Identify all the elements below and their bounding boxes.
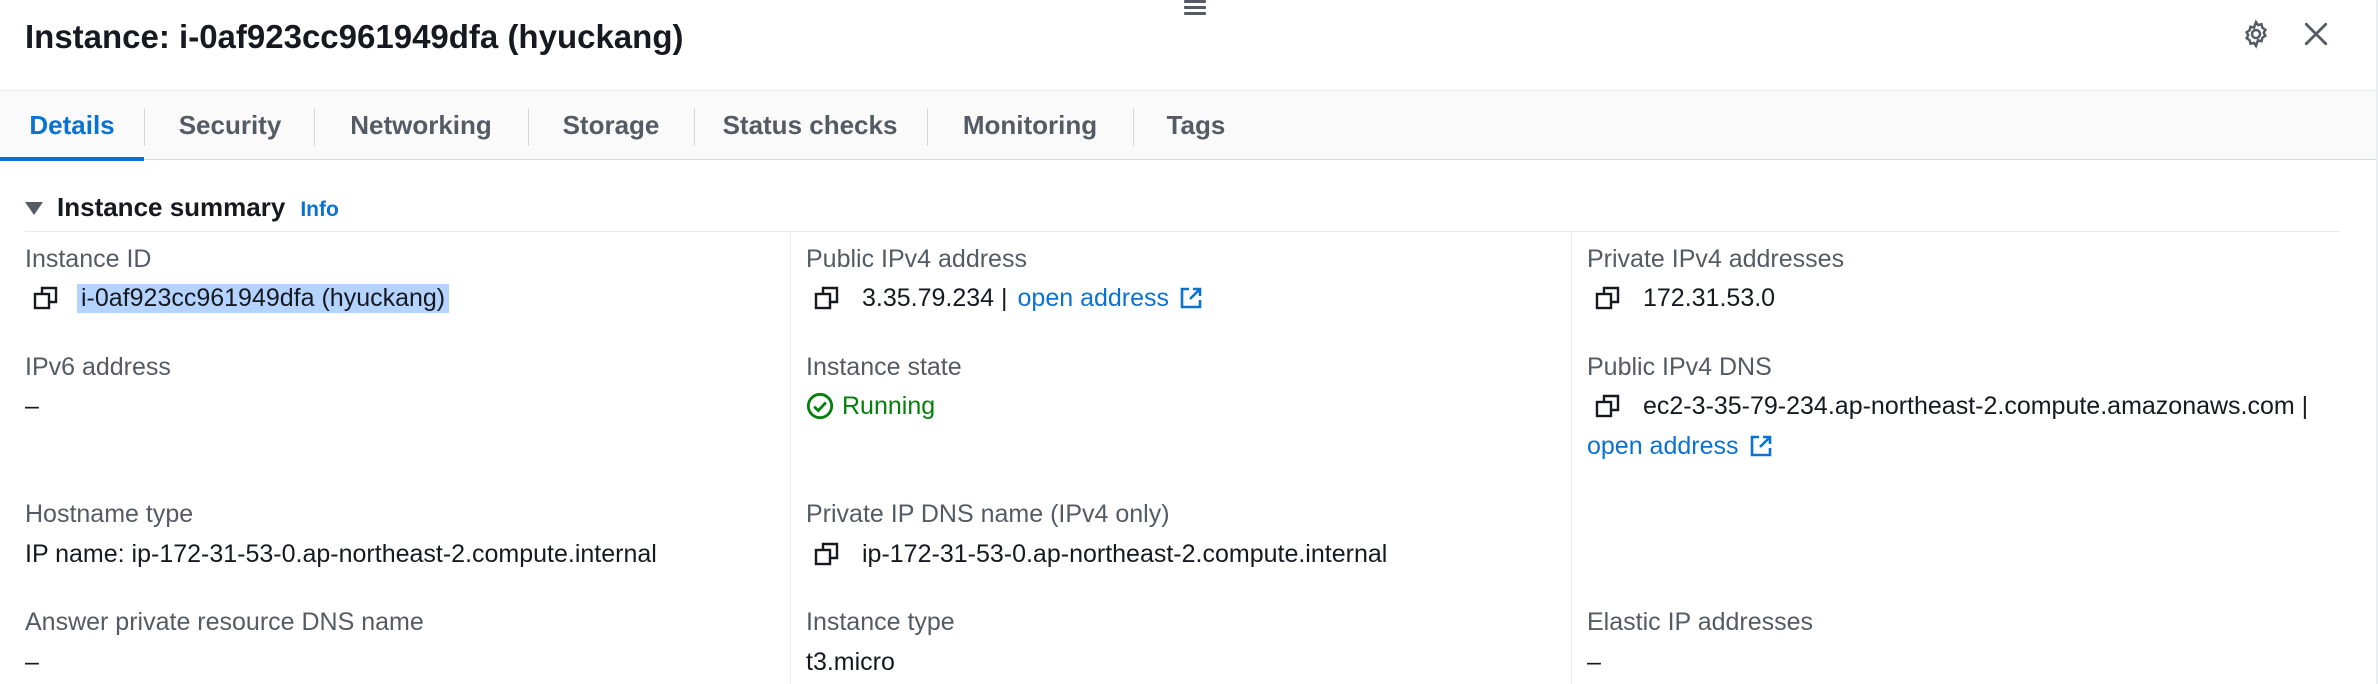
external-link-icon — [1749, 434, 1773, 458]
close-icon — [2304, 22, 2328, 46]
instance-id-label: Instance ID — [25, 245, 152, 273]
check-circle-icon — [806, 392, 834, 420]
public-dns-link-row: open address — [1587, 430, 1773, 462]
private-dns-label: Private IP DNS name (IPv4 only) — [806, 500, 1170, 528]
instance-summary-header[interactable]: Instance summary Info — [25, 190, 339, 224]
tab-storage[interactable]: Storage — [552, 91, 670, 160]
public-dns-label: Public IPv4 DNS — [1587, 353, 1772, 381]
private-dns-value: ip-172-31-53-0.ap-northeast-2.compute.in… — [814, 538, 1387, 570]
tab-monitoring[interactable]: Monitoring — [950, 91, 1110, 160]
close-button[interactable] — [2296, 14, 2336, 54]
answer-dns-value: – — [25, 647, 39, 676]
private-ipv4-text: 172.31.53.0 — [1643, 283, 1776, 312]
external-link-icon — [1179, 286, 1203, 310]
tab-divider — [314, 108, 315, 146]
panel-header: Instance: i-0af923cc961949dfa (hyuckang) — [0, 0, 2378, 90]
copy-icon[interactable] — [33, 285, 59, 311]
instance-state-label: Instance state — [806, 353, 962, 381]
page-title: Instance: i-0af923cc961949dfa (hyuckang) — [25, 18, 684, 55]
tab-divider — [528, 108, 529, 146]
open-address-link[interactable]: open address — [1587, 432, 1773, 461]
elastic-ip-label: Elastic IP addresses — [1587, 608, 1814, 636]
tab-security[interactable]: Security — [166, 91, 294, 160]
answer-dns-label: Answer private resource DNS name — [25, 608, 424, 636]
private-ipv4-value: 172.31.53.0 — [1595, 282, 1775, 314]
public-dns-text: ec2-3-35-79-234.ap-northeast-2.compute.a… — [1643, 391, 2309, 420]
drag-handle-icon[interactable] — [1184, 0, 1208, 15]
ipv6-label: IPv6 address — [25, 353, 171, 381]
status-badge: Running — [806, 392, 935, 421]
tab-divider — [927, 108, 928, 146]
column-divider — [790, 232, 791, 684]
instance-id-value: i-0af923cc961949dfa (hyuckang) — [33, 282, 450, 314]
tab-status-checks[interactable]: Status checks — [718, 91, 902, 160]
gear-icon — [2244, 19, 2268, 49]
info-link[interactable]: Info — [300, 198, 338, 222]
private-ipv4-label: Private IPv4 addresses — [1587, 245, 1845, 273]
open-address-link[interactable]: open address — [1018, 284, 1204, 313]
copy-icon[interactable] — [1595, 285, 1621, 311]
open-address-label: open address — [1587, 431, 1739, 460]
settings-button[interactable] — [2236, 14, 2276, 54]
copy-icon[interactable] — [1595, 393, 1621, 419]
tab-divider — [1133, 108, 1134, 146]
elastic-ip-value: – — [1587, 647, 1601, 676]
instance-state-value: Running — [806, 390, 935, 422]
section-title: Instance summary — [57, 191, 286, 222]
copy-icon[interactable] — [814, 285, 840, 311]
tab-divider — [694, 108, 695, 146]
instance-type-value: t3.micro — [806, 647, 895, 676]
instance-id-text: i-0af923cc961949dfa (hyuckang) — [77, 283, 450, 313]
public-dns-value: ec2-3-35-79-234.ap-northeast-2.compute.a… — [1595, 390, 2308, 422]
section-divider — [25, 231, 2340, 232]
caret-down-icon — [25, 201, 43, 215]
public-ipv4-label: Public IPv4 address — [806, 245, 1027, 273]
private-dns-text: ip-172-31-53-0.ap-northeast-2.compute.in… — [862, 539, 1388, 568]
tab-networking[interactable]: Networking — [338, 91, 504, 160]
public-ipv4-text: 3.35.79.234 | — [862, 283, 1008, 312]
tab-divider — [144, 108, 145, 146]
tab-bar: Details Security Networking Storage Stat… — [0, 90, 2378, 161]
ipv6-value: – — [25, 391, 39, 420]
instance-type-label: Instance type — [806, 608, 955, 636]
open-address-label: open address — [1017, 283, 1170, 312]
tab-tags[interactable]: Tags — [1156, 91, 1236, 160]
public-ipv4-value: 3.35.79.234 | open address — [814, 282, 1203, 314]
hostname-type-value: IP name: ip-172-31-53-0.ap-northeast-2.c… — [25, 539, 657, 568]
copy-icon[interactable] — [814, 541, 840, 567]
column-divider — [1571, 232, 1572, 684]
instance-state-text: Running — [842, 391, 936, 420]
hostname-type-label: Hostname type — [25, 500, 194, 528]
tab-details[interactable]: Details — [0, 91, 144, 161]
